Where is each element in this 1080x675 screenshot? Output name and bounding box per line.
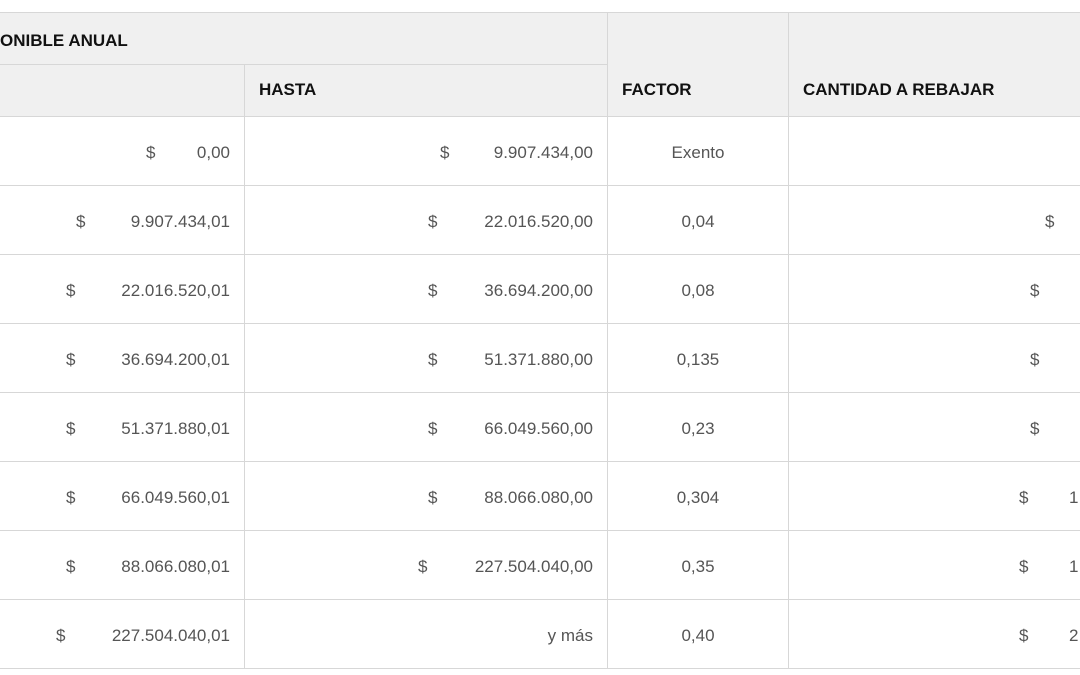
factor-value: 0,35 [681,557,715,576]
factor-value: 0,23 [681,419,715,438]
currency-symbol: $ [1030,419,1040,438]
rebajar-cell: $ [789,186,1080,255]
currency-symbol: $ [428,419,438,438]
hasta-cell: $9.907.434,00 [245,117,608,186]
rebajar-amount: 1 [1069,557,1079,576]
header-desde-cell [0,65,245,117]
desde-amount: 36.694.200,01 [121,350,230,369]
header-cantidad-cell: CANTIDAD A REBAJAR [789,12,1080,117]
currency-symbol: $ [1019,557,1029,576]
hasta-amount: 22.016.520,00 [484,212,593,231]
currency-symbol: $ [1019,626,1029,645]
currency-symbol: $ [66,281,76,300]
desde-cell: $227.504.040,01 [0,600,245,669]
currency-symbol: $ [66,419,76,438]
factor-value: 0,40 [681,626,715,645]
rebajar-cell: $1 [789,531,1080,600]
hasta-amount: y más [547,626,593,645]
header-factor-cell: FACTOR [608,12,789,117]
hasta-amount: 88.066.080,00 [484,488,593,507]
header-cantidad-label: CANTIDAD A REBAJAR [803,80,995,99]
currency-symbol: $ [1030,281,1040,300]
header-group-cell: ONIBLE ANUAL [0,12,608,65]
rebajar-cell: $1 [789,462,1080,531]
currency-symbol: $ [76,212,86,231]
hasta-amount: 9.907.434,00 [493,143,593,162]
currency-symbol: $ [66,350,76,369]
factor-value: 0,135 [676,350,720,369]
desde-amount: 22.016.520,01 [121,281,230,300]
desde-amount: 9.907.434,01 [130,212,230,231]
desde-cell: $9.907.434,01 [0,186,245,255]
hasta-amount: 227.504.040,00 [474,557,593,576]
currency-symbol: $ [428,212,438,231]
header-group-title: ONIBLE ANUAL [0,31,128,50]
factor-value: Exento [671,143,725,162]
hasta-amount: 66.049.560,00 [484,419,593,438]
hasta-cell: $66.049.560,00 [245,393,608,462]
hasta-cell: $88.066.080,00 [245,462,608,531]
hasta-cell: y más [245,600,608,669]
factor-cell: 0,304 [608,462,789,531]
header-hasta-label: HASTA [259,80,317,99]
rebajar-cell [789,117,1080,186]
desde-amount: 88.066.080,01 [121,557,230,576]
currency-symbol: $ [1045,212,1055,231]
desde-cell: $22.016.520,01 [0,255,245,324]
hasta-amount: 51.371.880,00 [484,350,593,369]
currency-symbol: $ [428,350,438,369]
rebajar-cell: $2 [789,600,1080,669]
currency-symbol: $ [418,557,428,576]
hasta-cell: $22.016.520,00 [245,186,608,255]
desde-amount: 66.049.560,01 [121,488,230,507]
factor-value: 0,04 [681,212,715,231]
currency-symbol: $ [146,143,156,162]
factor-cell: 0,135 [608,324,789,393]
header-factor-label: FACTOR [622,80,692,99]
hasta-cell: $227.504.040,00 [245,531,608,600]
factor-value: 0,304 [676,488,720,507]
rebajar-cell: $ [789,255,1080,324]
factor-cell: 0,04 [608,186,789,255]
rebajar-amount: 2 [1069,626,1079,645]
currency-symbol: $ [1030,350,1040,369]
desde-cell: $0,00 [0,117,245,186]
desde-amount: 0,00 [196,143,230,162]
factor-cell: 0,23 [608,393,789,462]
currency-symbol: $ [56,626,66,645]
factor-cell: Exento [608,117,789,186]
currency-symbol: $ [66,488,76,507]
rebajar-amount: 1 [1069,488,1079,507]
currency-symbol: $ [1019,488,1029,507]
currency-symbol: $ [428,281,438,300]
rebajar-cell: $ [789,393,1080,462]
currency-symbol: $ [440,143,450,162]
currency-symbol: $ [66,557,76,576]
factor-value: 0,08 [681,281,715,300]
hasta-cell: $36.694.200,00 [245,255,608,324]
factor-cell: 0,35 [608,531,789,600]
currency-symbol: $ [428,488,438,507]
desde-amount: 51.371.880,01 [121,419,230,438]
hasta-cell: $51.371.880,00 [245,324,608,393]
desde-cell: $51.371.880,01 [0,393,245,462]
desde-amount: 227.504.040,01 [111,626,230,645]
factor-cell: 0,08 [608,255,789,324]
rebajar-cell: $ [789,324,1080,393]
hasta-amount: 36.694.200,00 [484,281,593,300]
desde-cell: $88.066.080,01 [0,531,245,600]
header-hasta-cell: HASTA [245,65,608,117]
desde-cell: $36.694.200,01 [0,324,245,393]
factor-cell: 0,40 [608,600,789,669]
desde-cell: $66.049.560,01 [0,462,245,531]
